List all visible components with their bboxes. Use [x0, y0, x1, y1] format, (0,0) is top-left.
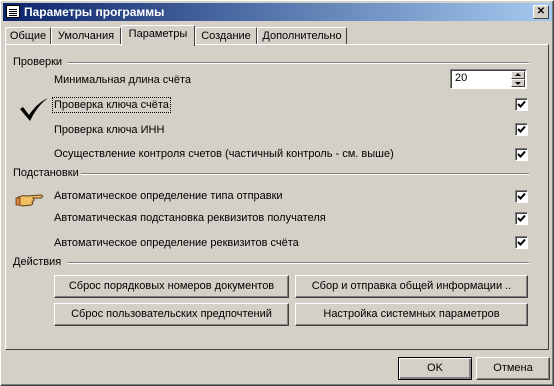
window-title: Параметры программы [24, 5, 165, 19]
min-length-value[interactable]: 20 [455, 72, 467, 84]
auto-recipient-label[interactable]: Автоматическая подстановка реквизитов по… [54, 212, 326, 224]
spin-up-button[interactable] [511, 71, 525, 79]
auto-account-details-label[interactable]: Автоматическое определение реквизитов сч… [54, 237, 299, 249]
tab-general[interactable]: Общие [5, 27, 51, 45]
section-substitutions-title: Подстановки [13, 167, 79, 179]
check-inn-key-checkbox[interactable] [515, 123, 528, 136]
check-inn-key-label[interactable]: Проверка ключа ИНН [54, 124, 164, 136]
check-account-key-label[interactable]: Проверка ключа счёта [52, 97, 171, 113]
min-length-spinner[interactable]: 20 [450, 69, 527, 89]
pointing-hand-icon [15, 194, 43, 207]
cancel-button[interactable]: Отмена [476, 357, 550, 380]
section-divider [67, 262, 529, 264]
system-settings-button[interactable]: Настройка системных параметров [295, 303, 528, 326]
min-length-label: Минимальная длина счёта [54, 74, 192, 86]
section-checks-title: Проверки [13, 56, 63, 68]
tab-creation[interactable]: Создание [195, 27, 257, 45]
app-icon [6, 5, 20, 18]
tab-defaults[interactable]: Умолчания [51, 27, 121, 45]
tab-additional[interactable]: Дополнительно [257, 27, 347, 45]
auto-recipient-checkbox[interactable] [515, 212, 528, 225]
account-control-label[interactable]: Осуществление контроля счетов (частичный… [54, 148, 394, 160]
close-button[interactable]: ✕ [533, 5, 549, 19]
auto-send-type-label[interactable]: Автоматическое определение типа отправки [54, 190, 283, 202]
auto-account-details-checkbox[interactable] [515, 236, 528, 249]
ok-button[interactable]: OK [398, 357, 472, 380]
section-actions-title: Действия [13, 256, 62, 268]
section-divider [81, 173, 529, 175]
collect-send-info-button[interactable]: Сбор и отправка общей информации .. [295, 275, 528, 298]
check-account-key-checkbox[interactable] [515, 98, 528, 111]
close-icon: ✕ [536, 6, 546, 17]
section-divider [67, 62, 529, 64]
account-control-checkbox[interactable] [515, 148, 528, 161]
checkmark-icon [20, 98, 48, 121]
title-bar: Параметры программы ✕ [3, 3, 552, 21]
auto-send-type-checkbox[interactable] [515, 190, 528, 203]
settings-window: Параметры программы ✕ Общие Умолчания Па… [0, 0, 554, 386]
reset-doc-numbers-button[interactable]: Сброс порядковых номеров документов [54, 275, 289, 298]
spin-down-button[interactable] [511, 79, 525, 87]
reset-user-prefs-button[interactable]: Сброс пользовательских предпочтений [54, 303, 289, 326]
tab-parameters[interactable]: Параметры [121, 25, 195, 46]
